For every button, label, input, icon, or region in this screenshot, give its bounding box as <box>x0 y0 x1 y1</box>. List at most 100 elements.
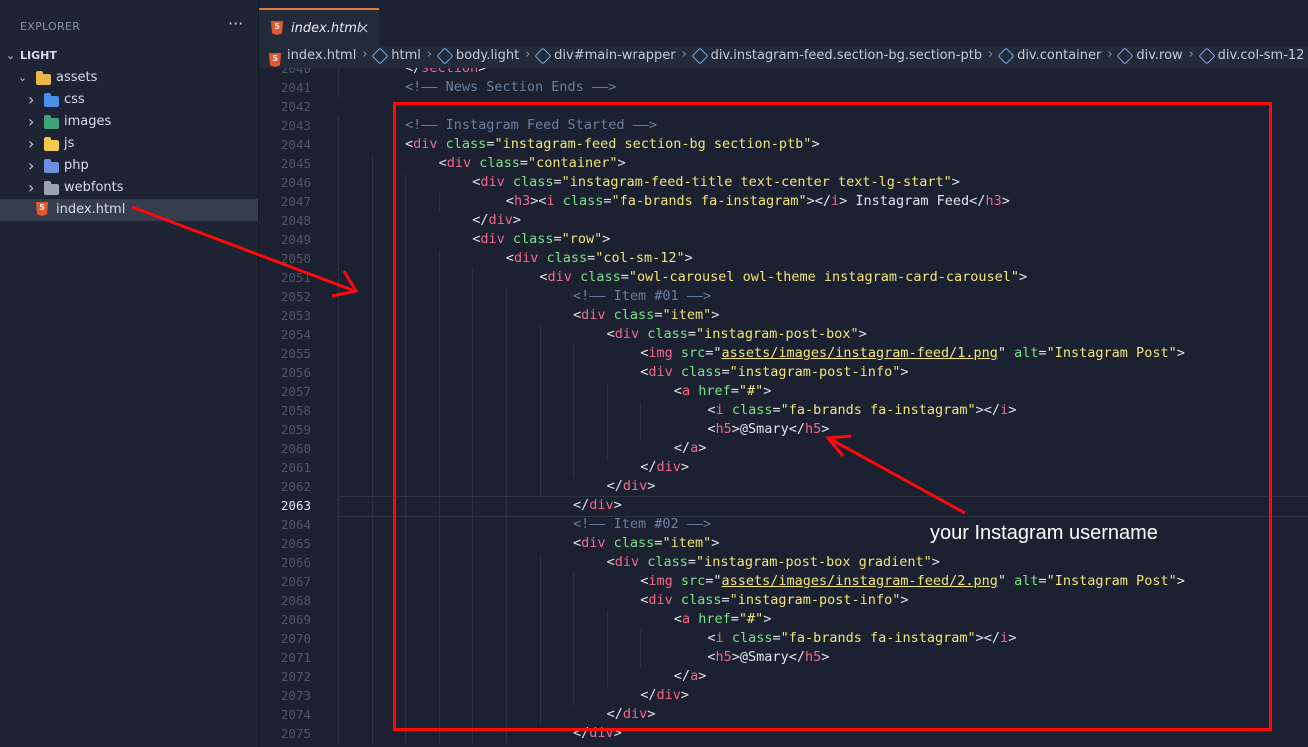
line-number: 2047 <box>280 194 311 209</box>
line-number: 2067 <box>280 574 311 589</box>
tree-item-index-html[interactable]: 5 index.html <box>0 199 258 221</box>
indent-guide <box>338 383 339 402</box>
indent-guide <box>371 269 373 288</box>
indent-guide <box>371 288 373 307</box>
tree-item-webfonts[interactable]: › webfonts <box>0 177 258 199</box>
indent-guide <box>371 440 373 459</box>
chevron-down-icon[interactable]: ⌄ <box>18 67 30 89</box>
breadcrumb-item[interactable]: div#main-wrapper <box>534 47 676 64</box>
indent-guide <box>338 592 339 611</box>
line-number: 2069 <box>280 612 311 627</box>
chevron-right-icon[interactable]: › <box>28 111 40 133</box>
tab-index-html[interactable]: 5 index.html × <box>259 8 379 48</box>
indent-guide <box>371 421 373 440</box>
breadcrumb-separator: › <box>426 47 433 62</box>
indent-guide <box>338 68 339 79</box>
breadcrumb-item[interactable]: div.col-sm-12 <box>1198 47 1304 64</box>
breadcrumb-separator: › <box>362 47 368 62</box>
indent-guide <box>338 269 339 288</box>
indent-guide <box>338 611 339 630</box>
indent-guide <box>371 155 373 174</box>
line-number: 2057 <box>280 384 311 399</box>
tree-item-assets[interactable]: ⌄ assets <box>0 67 258 89</box>
line-number: 2059 <box>280 422 311 437</box>
line-number: 2050 <box>280 251 311 266</box>
indent-guide <box>371 706 373 725</box>
tree-item-label: css <box>64 92 85 107</box>
element-icon <box>1116 47 1134 64</box>
line-number: 2051 <box>280 270 311 285</box>
line-number: 2068 <box>280 593 311 608</box>
indent-guide <box>338 421 339 440</box>
ellipsis-icon[interactable]: ··· <box>228 14 243 33</box>
line-number: 2044 <box>280 137 311 152</box>
line-number: 2042 <box>280 99 311 114</box>
tree-item-label: php <box>64 158 89 173</box>
indent-guide <box>371 478 373 497</box>
breadcrumb-item[interactable]: html <box>371 47 421 64</box>
tree-item-label: LIGHT <box>20 49 57 62</box>
tree-item-css[interactable]: › css <box>0 89 258 111</box>
indent-guide <box>371 459 373 478</box>
line-number: 2071 <box>280 650 311 665</box>
indent-guide <box>338 440 339 459</box>
breadcrumb-separator: › <box>681 47 687 62</box>
code-line: <!—— News Section Ends ——> <box>405 79 617 95</box>
tree-item-js[interactable]: › js <box>0 133 258 155</box>
breadcrumb-item[interactable]: div.instagram-feed.section-bg.section-pt… <box>691 47 982 64</box>
element-icon <box>997 47 1015 64</box>
element-icon <box>371 47 389 64</box>
line-number: 2045 <box>280 156 311 171</box>
chevron-right-icon[interactable]: › <box>28 155 40 177</box>
line-number: 2054 <box>280 327 311 342</box>
indent-guide <box>371 307 373 326</box>
line-number: 2053 <box>280 308 311 323</box>
breadcrumb-item[interactable]: 5 index.html <box>269 48 356 67</box>
indent-guide <box>371 497 373 516</box>
indent-guide <box>371 326 373 345</box>
indent-guide <box>338 117 339 136</box>
breadcrumb-item[interactable]: div.row <box>1116 47 1183 64</box>
line-number: 2052 <box>280 289 311 304</box>
tree-item-images[interactable]: › images <box>0 111 258 133</box>
breadcrumb-item[interactable]: div.container <box>997 47 1101 64</box>
indent-guide <box>338 155 339 174</box>
line-number: 2073 <box>280 688 311 703</box>
indent-guide <box>371 231 373 250</box>
indent-guide <box>338 516 339 535</box>
indent-guide <box>371 573 373 592</box>
indent-guide <box>338 231 339 250</box>
tree-item-light[interactable]: ⌄ LIGHT <box>0 45 258 67</box>
line-number: 2072 <box>280 669 311 684</box>
breadcrumb-item[interactable]: body.light <box>436 47 519 64</box>
tree-item-label: index.html <box>56 202 126 217</box>
indent-guide <box>371 725 373 744</box>
indent-guide <box>371 554 373 573</box>
line-number: 2043 <box>280 118 311 133</box>
line-number: 2060 <box>280 441 311 456</box>
chevron-right-icon[interactable]: › <box>28 133 40 155</box>
chevron-right-icon[interactable]: › <box>28 177 40 199</box>
indent-guide <box>371 516 373 535</box>
breadcrumb-label: html <box>391 48 421 63</box>
indent-guide <box>338 554 339 573</box>
close-icon[interactable]: × <box>357 19 370 37</box>
chevron-right-icon[interactable]: › <box>28 89 40 111</box>
indent-guide <box>338 478 339 497</box>
breadcrumb-label: div.row <box>1136 48 1183 63</box>
indent-guide <box>371 174 373 193</box>
indent-guide <box>338 250 339 269</box>
line-number: 2070 <box>280 631 311 646</box>
indent-guide <box>338 687 339 706</box>
indent-guide <box>338 212 339 231</box>
tree-item-php[interactable]: › php <box>0 155 258 177</box>
indent-guide <box>338 288 339 307</box>
line-number: 2065 <box>280 536 311 551</box>
line-number: 2046 <box>280 175 311 190</box>
chevron-down-icon[interactable]: ⌄ <box>6 45 18 67</box>
indent-guide <box>371 535 373 554</box>
html5-icon: 5 <box>36 202 48 216</box>
indent-guide <box>371 250 373 269</box>
indent-guide <box>371 611 373 630</box>
folder-icon <box>36 71 51 85</box>
